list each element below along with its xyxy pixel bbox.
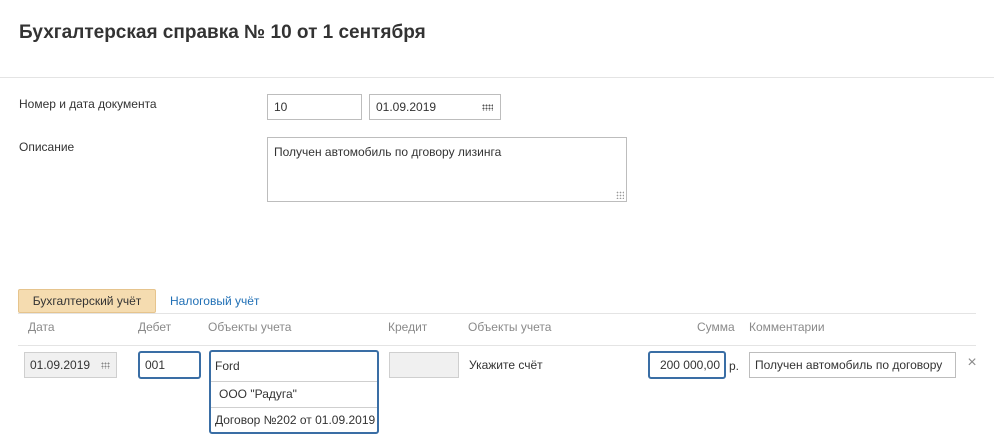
tab-tax-label: Налоговый учёт [170,294,260,308]
credit-account-input[interactable] [389,352,459,378]
description-value: Получен автомобиль по дговору лизинга [274,145,502,159]
column-header-debit: Дебет [138,320,172,334]
description-textarea[interactable]: Получен автомобиль по дговору лизинга [267,137,627,202]
debit-account-value: 001 [145,358,166,372]
number-date-label: Номер и дата документа [19,97,157,111]
column-header-comments: Комментарии [749,320,825,334]
document-date-value: 01.09.2019 [376,100,437,114]
comment-value: Получен автомобиль по договору [755,358,943,372]
document-number-input[interactable]: 10 [267,94,362,120]
credit-objects-hint: Укажите счёт [469,358,543,372]
debit-object-3-value: Договор №202 от 01.09.2019 [215,413,376,427]
debit-object-1-input[interactable]: Ford [211,354,377,378]
amount-input[interactable]: 200 000,00 [648,351,726,379]
header-divider [0,77,994,78]
tab-tax[interactable]: Налоговый учёт [170,289,259,313]
resize-grip-icon[interactable] [616,191,624,199]
column-header-debit-objects: Объекты учета [208,320,292,334]
column-header-credit-objects: Объекты учета [468,320,552,334]
debit-object-2-value: ООО "Радуга" [219,386,297,401]
tab-accounting-label: Бухгалтерский учёт [32,294,142,308]
comment-input[interactable]: Получен автомобиль по договору [749,352,956,378]
tab-divider [18,313,976,314]
currency-label: р. [729,359,740,373]
column-header-date: Дата [28,320,55,334]
close-icon[interactable]: × [963,352,981,374]
description-label: Описание [19,140,75,154]
tab-accounting[interactable]: Бухгалтерский учёт [18,289,156,313]
debit-object-2-input[interactable]: ООО "Радуга" [211,381,377,405]
debit-objects-group: Ford ООО "Радуга" Договор №202 от 01.09.… [209,350,379,434]
document-date-input[interactable]: 01.09.2019 [369,94,501,120]
page-title: Бухгалтерская справка № 10 от 1 сентября [19,22,426,43]
column-header-credit: Кредит [388,320,428,334]
debit-account-input[interactable]: 001 [138,351,201,379]
calendar-icon[interactable] [101,362,110,369]
document-number-value: 10 [274,100,288,114]
entry-date-field[interactable]: 01.09.2019 [24,352,117,378]
debit-object-1-value: Ford [215,359,240,373]
column-header-amount: Сумма [697,320,735,334]
entry-date-value: 01.09.2019 [30,358,91,372]
calendar-icon[interactable] [482,104,493,111]
amount-value: 200 000,00 [659,358,720,372]
debit-object-3-input[interactable]: Договор №202 от 01.09.2019 [211,407,377,432]
header-row-divider [18,345,976,346]
